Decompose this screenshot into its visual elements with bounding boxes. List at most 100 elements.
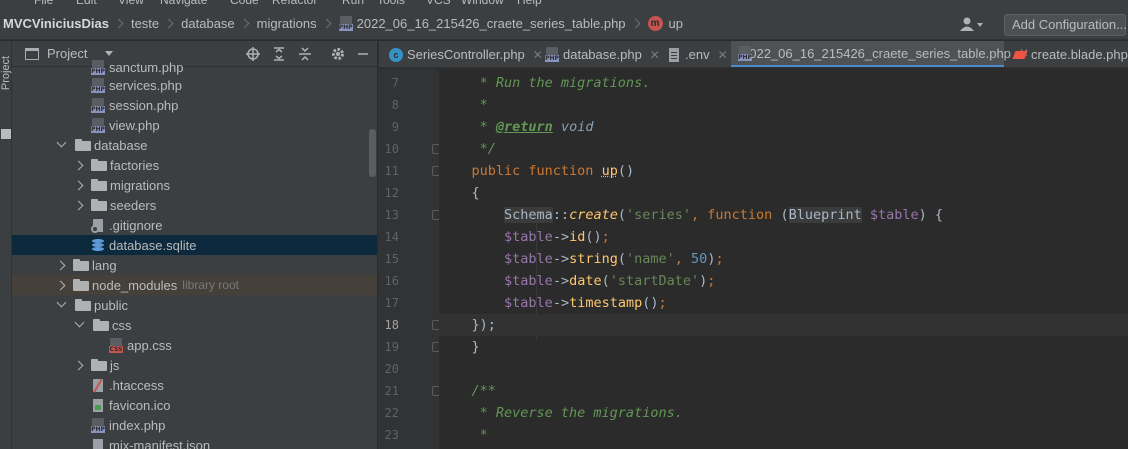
tree-item[interactable]: PHP sanctum.php [12, 57, 377, 77]
chevron-right-icon [321, 18, 332, 29]
tree-item[interactable]: .htaccess [12, 375, 377, 395]
user-account-button[interactable] [958, 8, 988, 40]
menu-item[interactable]: Tools [377, 0, 405, 7]
breadcrumb-project[interactable]: MVCViniciusDias [3, 8, 109, 40]
line-number: 10 [384, 142, 399, 156]
code-line: $table->date('startDate'); [504, 273, 716, 289]
breadcrumb-item-migrations[interactable]: migrations [257, 8, 317, 40]
chevron-down-icon[interactable] [55, 295, 67, 315]
tree-item[interactable]: favicon.ico [12, 395, 377, 415]
project-scrollbar[interactable] [369, 129, 376, 177]
chevron-down-icon[interactable] [73, 315, 85, 335]
tree-folder-label: seeders [110, 197, 157, 213]
tree-item[interactable]: CSS app.css [12, 335, 377, 355]
chevron-right-icon[interactable] [55, 275, 67, 295]
tab-create-blade[interactable]: create.blade.php [1012, 41, 1128, 67]
chevron-right-icon [630, 18, 640, 29]
menu-item[interactable]: Help [517, 0, 542, 7]
tree-item[interactable]: mix-manifest.json [12, 435, 377, 449]
tree-folder-label: factories [110, 157, 160, 173]
tree-item-label: view.php [109, 117, 160, 133]
chevron-right-icon[interactable] [73, 175, 85, 195]
tree-item[interactable]: PHP session.php [12, 95, 377, 115]
project-tool-window-button[interactable]: Project [0, 55, 12, 91]
tab-database-php[interactable]: PHP database.php ✕ [545, 41, 660, 67]
tree-item[interactable]: PHP services.php [12, 75, 377, 95]
tree-item-label: .gitignore [109, 217, 163, 233]
line-number: 21 [384, 384, 399, 398]
menu-item[interactable]: Code [230, 0, 259, 7]
close-icon[interactable]: ✕ [718, 48, 728, 62]
close-icon[interactable]: ✕ [650, 48, 660, 62]
tree-folder[interactable]: seeders [12, 195, 377, 215]
code-line: $table->id(); [504, 229, 610, 245]
breadcrumb-item-database[interactable]: database [181, 8, 235, 40]
tree-folder-label: migrations [110, 177, 170, 193]
tree-folder-label: public [94, 297, 128, 313]
tree-folder[interactable]: node_modules library root [12, 275, 377, 295]
editor-gutter: 7 8 9 10 11 12 13 14 15 16 17 18 19 20 2… [379, 69, 441, 449]
tree-item[interactable]: PHP view.php [12, 115, 377, 135]
folder-icon [75, 139, 91, 151]
code-line: * [439, 427, 488, 443]
user-icon [960, 17, 983, 31]
code-line: /** [439, 383, 496, 399]
tree-folder[interactable]: database [12, 135, 377, 155]
tree-item-label: .htaccess [109, 377, 164, 393]
tree-folder[interactable]: lang [12, 255, 377, 275]
chevron-right-icon [163, 18, 174, 29]
stripe-marker [1, 129, 11, 139]
tree-item[interactable]: PHP index.php [12, 415, 377, 435]
chevron-right-icon[interactable] [73, 355, 85, 375]
tab-migration-file[interactable]: PHP 2022_06_16_215426_craete_series_tabl… [731, 41, 1029, 67]
code-line: $table->string('name', 50); [504, 251, 724, 267]
code-area[interactable]: * Run the migrations. * * @return void *… [439, 69, 1128, 449]
line-number: 7 [391, 76, 399, 90]
code-line: * [439, 97, 488, 113]
chevron-down-icon[interactable] [105, 51, 114, 56]
folder-icon [73, 279, 89, 291]
add-configuration-button[interactable]: Add Configuration... [1004, 14, 1127, 36]
tree-folder-label: database [94, 137, 148, 153]
tree-folder[interactable]: public [12, 295, 377, 315]
tab-env[interactable]: .env ✕ [667, 41, 728, 67]
code-line: } [439, 339, 480, 355]
chevron-down-icon[interactable] [55, 135, 67, 155]
chevron-right-icon[interactable] [73, 195, 85, 215]
php-file-icon: PHP [338, 16, 353, 31]
tab-series-controller[interactable]: c SeriesController.php ✕ [389, 41, 543, 67]
chevron-right-icon[interactable] [55, 255, 67, 275]
menu-item[interactable]: VCS [426, 0, 451, 7]
breadcrumb-method[interactable]: m up [647, 8, 683, 40]
menu-item[interactable]: File [34, 0, 53, 7]
menu-item[interactable]: View [118, 0, 144, 7]
tree-item[interactable]: .gitignore [12, 215, 377, 235]
menu-item[interactable]: Window [461, 0, 504, 7]
breadcrumb-item-teste[interactable]: teste [131, 8, 159, 40]
folder-icon [91, 179, 107, 191]
menu-item[interactable]: Run [342, 0, 364, 7]
folder-icon [93, 319, 109, 331]
folder-icon [91, 159, 107, 171]
folder-icon [73, 259, 89, 271]
line-number: 22 [384, 406, 399, 420]
menu-item[interactable]: Navigate [160, 0, 207, 7]
tree-folder[interactable]: css [12, 315, 377, 335]
editor: c SeriesController.php ✕ PHP database.ph… [378, 41, 1128, 449]
tree-folder[interactable]: migrations [12, 175, 377, 195]
line-number: 8 [391, 98, 399, 112]
php-file-icon: PHP [545, 47, 559, 62]
tree-folder[interactable]: js [12, 355, 377, 375]
tree-item-label: index.php [109, 417, 166, 433]
code-line-current: }); [439, 314, 1128, 336]
menu-item[interactable]: Edit [76, 0, 97, 7]
css-file-icon: CSS [109, 337, 123, 353]
tree-item-selected[interactable]: database.sqlite [12, 235, 377, 255]
tree-folder[interactable]: factories [12, 155, 377, 175]
breadcrumb-file[interactable]: PHP 2022_06_16_215426_craete_series_tabl… [338, 8, 626, 40]
close-icon[interactable]: ✕ [533, 48, 543, 62]
tree-folder-label: node_modules [92, 277, 178, 293]
menu-item[interactable]: Refactor [272, 0, 317, 7]
chevron-right-icon[interactable] [73, 155, 85, 175]
php-file-icon: PHP [91, 117, 105, 133]
